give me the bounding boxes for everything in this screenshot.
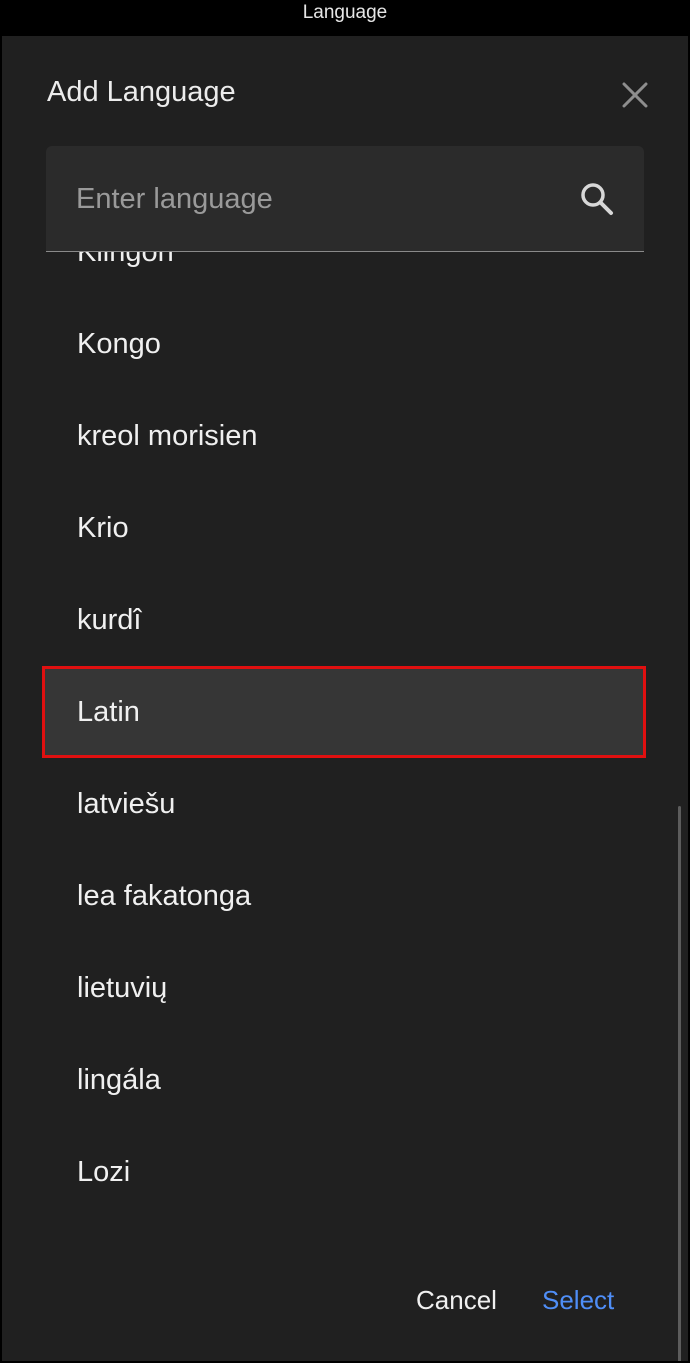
- language-item-label: Kongo: [77, 328, 161, 360]
- language-item[interactable]: Klingon: [2, 252, 688, 298]
- language-item[interactable]: kurdî: [2, 574, 688, 666]
- close-button[interactable]: [614, 74, 656, 116]
- language-item-label: Klingon: [77, 252, 174, 268]
- language-item-label: Latin: [77, 696, 140, 728]
- language-item[interactable]: Kongo: [2, 298, 688, 390]
- language-list[interactable]: Klingon Kongo kreol morisien Krio kurdî Latin…: [2, 252, 688, 1230]
- search-input[interactable]: [76, 174, 546, 224]
- add-language-dialog: Add Language KlingonKongokreol morisienK…: [2, 36, 688, 1361]
- language-item[interactable]: latviešu: [2, 758, 688, 850]
- language-item[interactable]: Krio: [2, 482, 688, 574]
- top-title-strip: Language: [0, 0, 690, 30]
- language-item-selected[interactable]: Latin: [42, 666, 646, 758]
- search-button[interactable]: [578, 180, 616, 218]
- language-item-label: Lozi: [77, 1156, 131, 1188]
- language-item[interactable]: Lozi: [2, 1126, 688, 1218]
- select-button[interactable]: Select: [542, 1282, 614, 1318]
- search-field: [46, 146, 644, 252]
- language-item-label: lingála: [77, 1064, 161, 1096]
- language-item[interactable]: lietuvių: [2, 942, 688, 1034]
- language-item-label: kurdî: [77, 604, 142, 636]
- language-item[interactable]: lingála: [2, 1034, 688, 1126]
- language-item[interactable]: kreol morisien: [2, 390, 688, 482]
- dialog-footer: Cancel Select: [2, 1230, 688, 1361]
- language-item[interactable]: lea fakatonga: [2, 850, 688, 942]
- search-icon: [581, 183, 613, 215]
- close-icon: [622, 82, 648, 108]
- screen-title: Language: [302, 2, 388, 23]
- language-item-label: Krio: [77, 512, 129, 544]
- language-item-label: latviešu: [77, 788, 176, 820]
- language-item-label: lietuvių: [77, 972, 168, 1004]
- language-item-label: lea fakatonga: [77, 880, 252, 912]
- language-item-label: kreol morisien: [77, 420, 258, 452]
- cancel-button[interactable]: Cancel: [416, 1282, 497, 1318]
- dialog-title: Add Language: [47, 76, 236, 108]
